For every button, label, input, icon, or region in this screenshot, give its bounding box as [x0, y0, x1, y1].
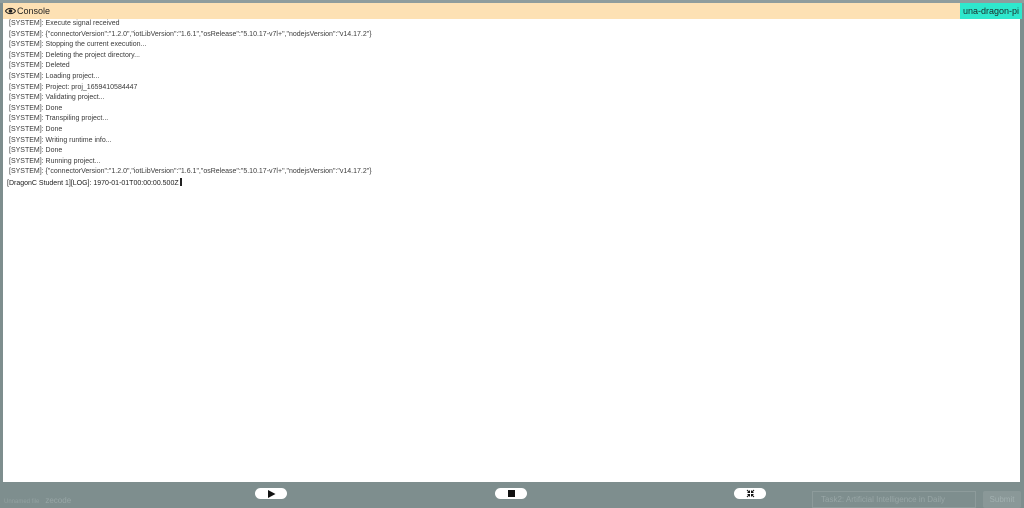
log-line: [SYSTEM]: Deleted [9, 62, 70, 70]
log-line: [SYSTEM]: {"connectorVersion":"1.2.0","i… [9, 168, 372, 176]
submit-button[interactable]: Submit [983, 491, 1021, 508]
background-file-info: Unnamed file zecode [4, 496, 71, 505]
user-log-text: [DragonC Student 1][LOG]: 1970-01-01T00:… [7, 179, 179, 187]
eye-icon[interactable] [4, 5, 16, 17]
file-label: Unnamed file [4, 499, 40, 505]
console-log: [SYSTEM]: Execute signal received [SYSTE… [7, 19, 1009, 189]
play-icon [267, 489, 275, 498]
device-badge[interactable]: una-dragon-pi [959, 3, 1022, 19]
log-line: [SYSTEM]: Validating project... [9, 94, 105, 102]
log-line: [SYSTEM]: Writing runtime info... [9, 136, 112, 144]
console-header[interactable]: Console una-dragon-pi [3, 3, 1022, 19]
log-line: [SYSTEM]: Loading project... [9, 72, 100, 80]
log-line: [SYSTEM]: Deleting the project directory… [9, 51, 140, 59]
app-frame: Console una-dragon-pi [SYSTEM]: Execute … [0, 0, 1024, 508]
text-cursor [179, 177, 182, 186]
collapse-button[interactable] [734, 488, 766, 499]
stop-icon [507, 490, 515, 497]
play-button[interactable] [255, 488, 287, 499]
log-line: [SYSTEM]: Done [9, 147, 63, 155]
log-line: [SYSTEM]: Execute signal received [9, 20, 120, 27]
task-select[interactable]: Task2: Artificial Intelligence in Daily [812, 491, 976, 508]
project-name: zecode [45, 496, 72, 505]
log-line: [SYSTEM]: Running project... [9, 157, 101, 165]
log-line: [SYSTEM]: Project: proj_1659410584447 [9, 83, 138, 91]
console-panel: Console una-dragon-pi [SYSTEM]: Execute … [3, 3, 1022, 482]
console-title: Console [17, 6, 51, 16]
log-line: [SYSTEM]: Done [9, 125, 63, 133]
log-line: [SYSTEM]: Stopping the current execution… [9, 41, 147, 49]
collapse-arrows-icon [746, 489, 754, 498]
user-log-line[interactable]: [DragonC Student 1][LOG]: 1970-01-01T00:… [7, 177, 1009, 189]
log-line: [SYSTEM]: {"connectorVersion":"1.2.0","i… [9, 30, 372, 38]
log-line: [SYSTEM]: Transpiling project... [9, 115, 109, 123]
stop-button[interactable] [495, 488, 527, 499]
log-line: [SYSTEM]: Done [9, 104, 63, 112]
